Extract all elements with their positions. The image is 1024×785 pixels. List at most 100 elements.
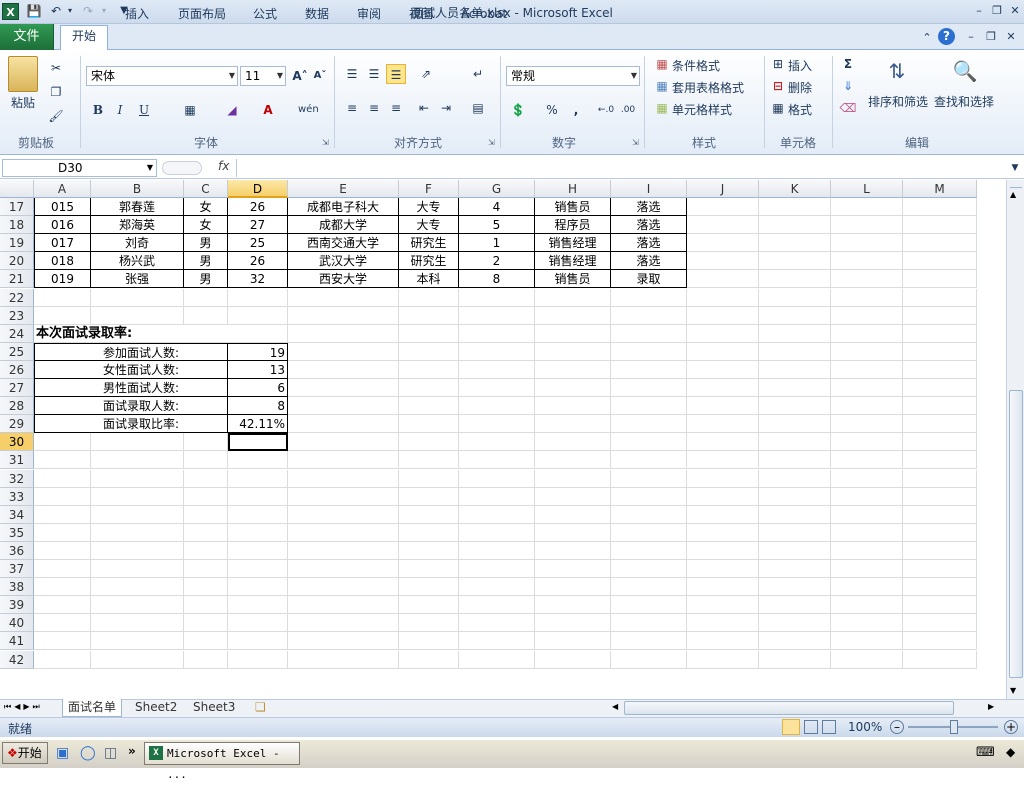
- grid-cell[interactable]: [91, 560, 184, 579]
- grid-cell[interactable]: [399, 541, 459, 560]
- font-color-icon[interactable]: A: [258, 100, 278, 120]
- orientation-icon[interactable]: ⇗: [416, 64, 436, 84]
- grid-cell[interactable]: [903, 379, 977, 398]
- table-cell[interactable]: 25: [228, 234, 288, 253]
- grid-cell[interactable]: [611, 415, 687, 434]
- grid-cell[interactable]: [34, 469, 91, 488]
- fill-icon[interactable]: ⇓: [838, 76, 858, 96]
- grid-cell[interactable]: [91, 578, 184, 597]
- table-cell[interactable]: 大专: [399, 216, 459, 235]
- table-cell[interactable]: 8: [459, 270, 535, 289]
- grid-cell[interactable]: [611, 379, 687, 398]
- grid-cell[interactable]: [831, 541, 903, 560]
- workbook-close-icon[interactable]: ✕: [1002, 29, 1020, 45]
- grow-font-icon[interactable]: A˄: [290, 66, 310, 86]
- table-cell[interactable]: 成都电子科大: [288, 198, 399, 217]
- format-as-table-button[interactable]: 套用表格格式: [672, 79, 744, 96]
- grid-cell[interactable]: [903, 632, 977, 651]
- grid-cell[interactable]: [399, 650, 459, 669]
- decrease-decimal-icon[interactable]: .00: [618, 100, 638, 120]
- grid-cell[interactable]: [687, 288, 759, 307]
- grid-cell[interactable]: [535, 397, 611, 416]
- keyboard-icon[interactable]: ⌨: [976, 745, 995, 760]
- grid-cell[interactable]: [288, 306, 399, 325]
- grid-cell[interactable]: [759, 216, 831, 235]
- grid-cell[interactable]: [399, 342, 459, 361]
- grid-cell[interactable]: [831, 578, 903, 597]
- row-header[interactable]: 27: [0, 379, 34, 398]
- grid-cell[interactable]: [228, 306, 288, 325]
- grid-cell[interactable]: [687, 505, 759, 524]
- zoom-slider-thumb[interactable]: [950, 720, 958, 734]
- grid-cell[interactable]: [228, 578, 288, 597]
- help-icon[interactable]: ?: [938, 28, 955, 45]
- grid-cell[interactable]: [459, 306, 535, 325]
- grid-cell[interactable]: [535, 487, 611, 506]
- grid-cell[interactable]: [759, 270, 831, 289]
- grid-cell[interactable]: [687, 596, 759, 615]
- row-header[interactable]: 42: [0, 650, 34, 669]
- cut-icon[interactable]: ✂: [46, 58, 66, 78]
- browser-icon[interactable]: ◯: [80, 745, 96, 761]
- grid-cell[interactable]: [903, 324, 977, 343]
- grid-cell[interactable]: [91, 469, 184, 488]
- sheet-nav-icon[interactable]: ⏮◀▶⏭: [4, 702, 43, 712]
- grid-cell[interactable]: [611, 433, 687, 452]
- grid-cell[interactable]: [903, 270, 977, 289]
- sheet-tab-sheet3[interactable]: Sheet3: [188, 699, 240, 717]
- paste-button-label[interactable]: 粘贴: [11, 94, 35, 111]
- grid-cell[interactable]: [288, 487, 399, 506]
- grid-cell[interactable]: [288, 342, 399, 361]
- grid-cell[interactable]: [288, 614, 399, 633]
- grid-cell[interactable]: [611, 614, 687, 633]
- format-cells-button[interactable]: 格式: [788, 101, 812, 118]
- align-right-icon[interactable]: ≡: [386, 98, 406, 118]
- grid-cell[interactable]: [831, 596, 903, 615]
- grid-cell[interactable]: [611, 523, 687, 542]
- normal-view-icon[interactable]: [782, 719, 800, 735]
- expand-formula-bar-icon[interactable]: ▼: [1006, 160, 1024, 176]
- format-as-table-icon[interactable]: ▦: [652, 76, 672, 96]
- copy-icon[interactable]: ❐: [46, 82, 66, 102]
- table-cell[interactable]: 郭春莲: [91, 198, 184, 217]
- column-header[interactable]: G: [459, 180, 535, 198]
- grid-cell[interactable]: [228, 324, 288, 343]
- grid-cell[interactable]: [903, 505, 977, 524]
- grid-cell[interactable]: [687, 632, 759, 651]
- summary-label[interactable]: 面试录取比率:: [34, 415, 228, 434]
- tab-file[interactable]: 文件: [0, 24, 54, 50]
- row-header[interactable]: 35: [0, 523, 34, 542]
- grid-cell[interactable]: [687, 523, 759, 542]
- quicklaunch-icon[interactable]: ◫: [104, 745, 117, 761]
- grid-cell[interactable]: [535, 560, 611, 579]
- table-cell[interactable]: 落选: [611, 198, 687, 217]
- clear-icon[interactable]: ⌫: [838, 98, 858, 118]
- grid-cell[interactable]: [184, 487, 228, 506]
- grid-cell[interactable]: [228, 614, 288, 633]
- grid-cell[interactable]: [831, 433, 903, 452]
- grid-cell[interactable]: [759, 252, 831, 271]
- grid-cell[interactable]: [687, 578, 759, 597]
- workbook-minimize-icon[interactable]: –: [962, 29, 980, 45]
- grid-cell[interactable]: [34, 632, 91, 651]
- table-cell[interactable]: 32: [228, 270, 288, 289]
- grid-cell[interactable]: [903, 578, 977, 597]
- table-cell[interactable]: 大专: [399, 198, 459, 217]
- grid-cell[interactable]: [759, 397, 831, 416]
- grid-cell[interactable]: [759, 324, 831, 343]
- grid-cell[interactable]: [903, 360, 977, 379]
- grid-cell[interactable]: [535, 306, 611, 325]
- grid-cell[interactable]: [91, 433, 184, 452]
- table-cell[interactable]: 27: [228, 216, 288, 235]
- grid-cell[interactable]: [903, 541, 977, 560]
- summary-label[interactable]: 女性面试人数:: [34, 360, 228, 379]
- column-header[interactable]: F: [399, 180, 459, 198]
- grid-cell[interactable]: [687, 234, 759, 253]
- table-cell[interactable]: 销售经理: [535, 252, 611, 271]
- fill-color-icon[interactable]: ◢: [222, 100, 242, 120]
- delete-cells-icon[interactable]: ⊟: [768, 76, 788, 96]
- table-cell[interactable]: 016: [34, 216, 91, 235]
- grid-cell[interactable]: [34, 433, 91, 452]
- tray-icon[interactable]: ◆: [1006, 745, 1015, 759]
- tab-acrobat[interactable]: Acrobat: [454, 4, 514, 26]
